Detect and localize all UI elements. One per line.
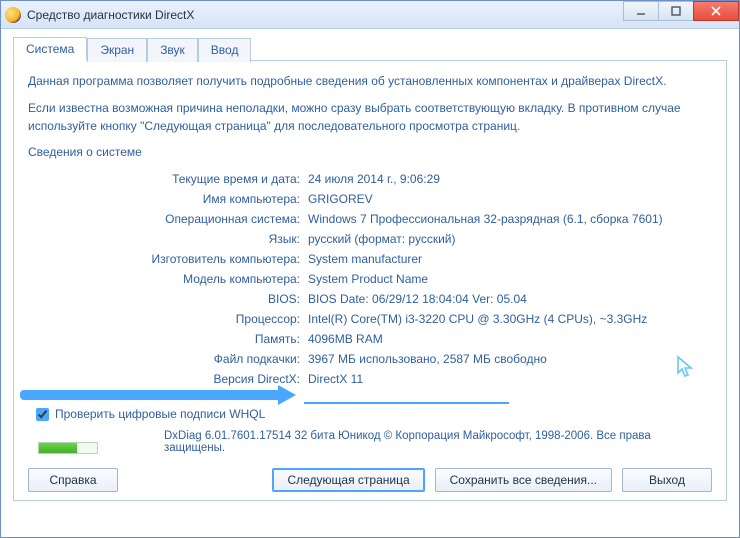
save-all-button[interactable]: Сохранить все сведения...: [435, 468, 612, 492]
whql-checkbox-row: Проверить цифровые подписи WHQL: [36, 407, 712, 421]
label-pagefile: Файл подкачки:: [48, 349, 308, 369]
window-buttons: [624, 1, 739, 21]
value-os: Windows 7 Профессиональная 32-разрядная …: [308, 209, 712, 229]
value-directx: DirectX 11: [308, 369, 712, 389]
minimize-button[interactable]: [623, 1, 659, 21]
info-row-mem: Память: 4096MB RAM: [48, 329, 712, 349]
intro-paragraph-2: Если известна возможная причина неполадк…: [28, 100, 712, 135]
info-row-bios: BIOS: BIOS Date: 06/29/12 18:04:04 Ver: …: [48, 289, 712, 309]
value-pagefile: 3967 МБ использовано, 2587 МБ свободно: [308, 349, 712, 369]
content-area: Система Экран Звук Ввод Данная программа…: [1, 29, 739, 511]
value-bios: BIOS Date: 06/29/12 18:04:04 Ver: 05.04: [308, 289, 712, 309]
info-row-os: Операционная система: Windows 7 Професси…: [48, 209, 712, 229]
footer-text: DxDiag 6.01.7601.17514 32 бита Юникод © …: [164, 430, 712, 454]
info-row-cpu: Процессор: Intel(R) Core(TM) i3-3220 CPU…: [48, 309, 712, 329]
info-row-model: Модель компьютера: System Product Name: [48, 269, 712, 289]
label-mem: Память:: [48, 329, 308, 349]
value-manuf: System manufacturer: [308, 249, 712, 269]
label-computer: Имя компьютера:: [48, 189, 308, 209]
value-datetime: 24 июля 2014 г., 9:06:29: [308, 169, 712, 189]
info-row-directx: Версия DirectX: DirectX 11: [48, 369, 712, 389]
info-row-lang: Язык: русский (формат: русский): [48, 229, 712, 249]
label-os: Операционная система:: [48, 209, 308, 229]
label-datetime: Текущие время и дата:: [48, 169, 308, 189]
info-row-manuf: Изготовитель компьютера: System manufact…: [48, 249, 712, 269]
window-title: Средство диагностики DirectX: [27, 8, 194, 22]
value-lang: русский (формат: русский): [308, 229, 712, 249]
tab-display[interactable]: Экран: [87, 38, 147, 62]
value-cpu: Intel(R) Core(TM) i3-3220 CPU @ 3.30GHz …: [308, 309, 712, 329]
intro-paragraph-1: Данная программа позволяет получить подр…: [28, 73, 712, 90]
tab-input[interactable]: Ввод: [198, 38, 252, 62]
intro-text: Данная программа позволяет получить подр…: [28, 73, 712, 135]
info-row-datetime: Текущие время и дата: 24 июля 2014 г., 9…: [48, 169, 712, 189]
progress-fill: [39, 443, 77, 453]
button-row: Справка Следующая страница Сохранить все…: [28, 468, 712, 492]
value-model: System Product Name: [308, 269, 712, 289]
next-page-button[interactable]: Следующая страница: [272, 468, 424, 492]
close-button[interactable]: [693, 1, 739, 21]
whql-checkbox[interactable]: [36, 408, 49, 421]
tab-sound[interactable]: Звук: [147, 38, 198, 62]
exit-button[interactable]: Выход: [622, 468, 712, 492]
label-model: Модель компьютера:: [48, 269, 308, 289]
maximize-button[interactable]: [658, 1, 694, 21]
help-button[interactable]: Справка: [28, 468, 118, 492]
value-computer: GRIGOREV: [308, 189, 712, 209]
value-mem: 4096MB RAM: [308, 329, 712, 349]
section-title: Сведения о системе: [28, 145, 712, 159]
dxdiag-icon: [5, 7, 21, 23]
tab-bar: Система Экран Звук Ввод: [13, 37, 727, 61]
annotation-arrow: [20, 387, 300, 403]
button-right-group: Следующая страница Сохранить все сведени…: [272, 468, 712, 492]
info-row-pagefile: Файл подкачки: 3967 МБ использовано, 258…: [48, 349, 712, 369]
label-directx: Версия DirectX:: [48, 369, 308, 389]
system-info-grid: Текущие время и дата: 24 июля 2014 г., 9…: [48, 169, 712, 389]
tab-system[interactable]: Система: [13, 37, 87, 61]
label-cpu: Процессор:: [48, 309, 308, 329]
label-lang: Язык:: [48, 229, 308, 249]
annotation-underline: [304, 402, 509, 404]
progress-bar: [38, 442, 98, 454]
info-row-computer: Имя компьютера: GRIGOREV: [48, 189, 712, 209]
whql-label: Проверить цифровые подписи WHQL: [55, 407, 265, 421]
tab-panel-system: Данная программа позволяет получить подр…: [13, 61, 727, 501]
titlebar: Средство диагностики DirectX: [1, 1, 739, 29]
label-manuf: Изготовитель компьютера:: [48, 249, 308, 269]
label-bios: BIOS:: [48, 289, 308, 309]
